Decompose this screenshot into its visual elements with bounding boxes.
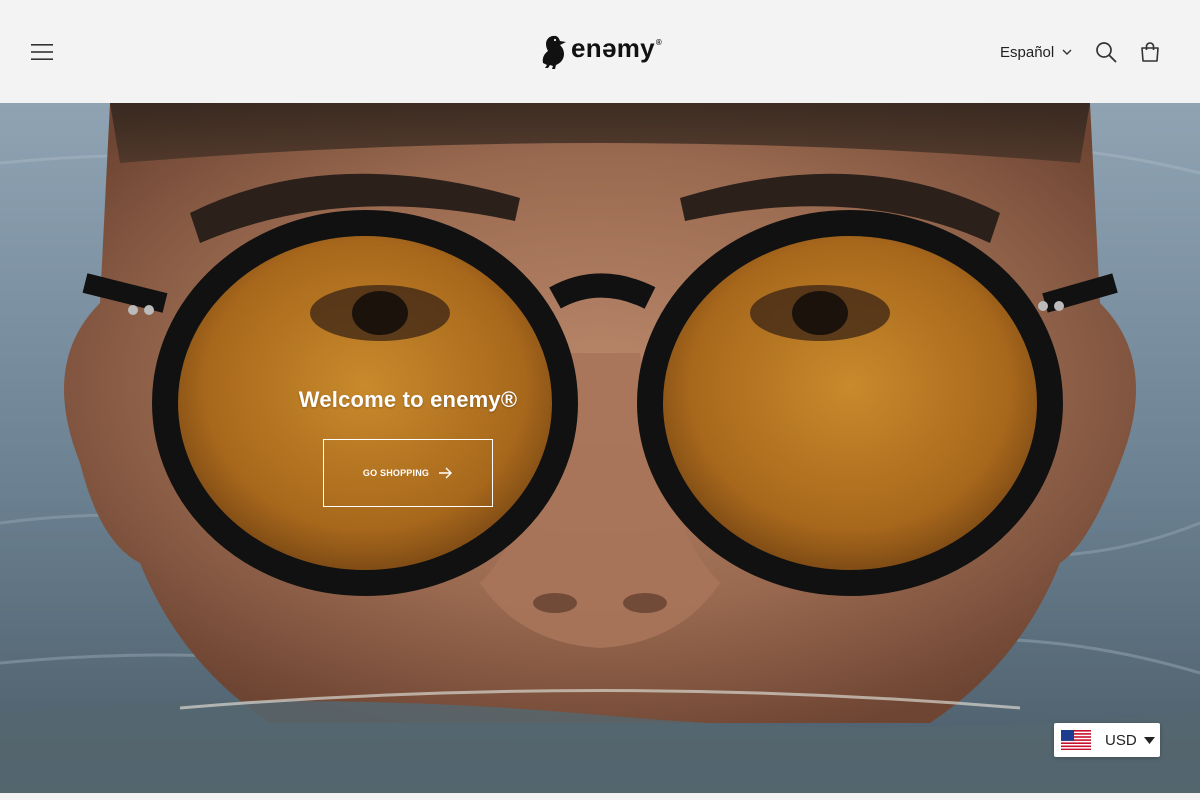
shopping-bag-icon: [1141, 42, 1159, 62]
menu-icon: [31, 44, 53, 60]
hero-title: Welcome to enemy®: [298, 387, 518, 412]
brand-logo[interactable]: enəmy ®: [538, 30, 662, 72]
search-button[interactable]: [1090, 36, 1122, 68]
language-label: Español: [1000, 43, 1055, 61]
hero-banner: Welcome to enemy® GO SHOPPING: [0, 103, 1200, 793]
chevron-down-icon: [1062, 49, 1072, 55]
currency-code: USD: [1105, 731, 1137, 749]
hero-image: [0, 103, 1200, 793]
cart-button[interactable]: [1134, 36, 1166, 68]
us-flag-icon: [1061, 730, 1091, 750]
search-icon: [1096, 42, 1117, 63]
currency-selector[interactable]: USD: [1054, 723, 1160, 757]
logo-wordmark: enəmy: [571, 33, 655, 63]
crow-logo-icon: [542, 35, 566, 69]
arrow-right-icon: [439, 467, 453, 479]
logo-registered-mark: ®: [655, 38, 662, 47]
language-selector[interactable]: Español: [1000, 36, 1072, 68]
cta-label: GO SHOPPING: [362, 468, 430, 478]
menu-button[interactable]: [26, 36, 58, 68]
go-shopping-button[interactable]: GO SHOPPING: [323, 439, 493, 507]
site-header: enəmy ® Español: [0, 0, 1200, 103]
caret-down-icon: [1143, 736, 1155, 744]
page-bottom-edge: [0, 793, 1200, 800]
